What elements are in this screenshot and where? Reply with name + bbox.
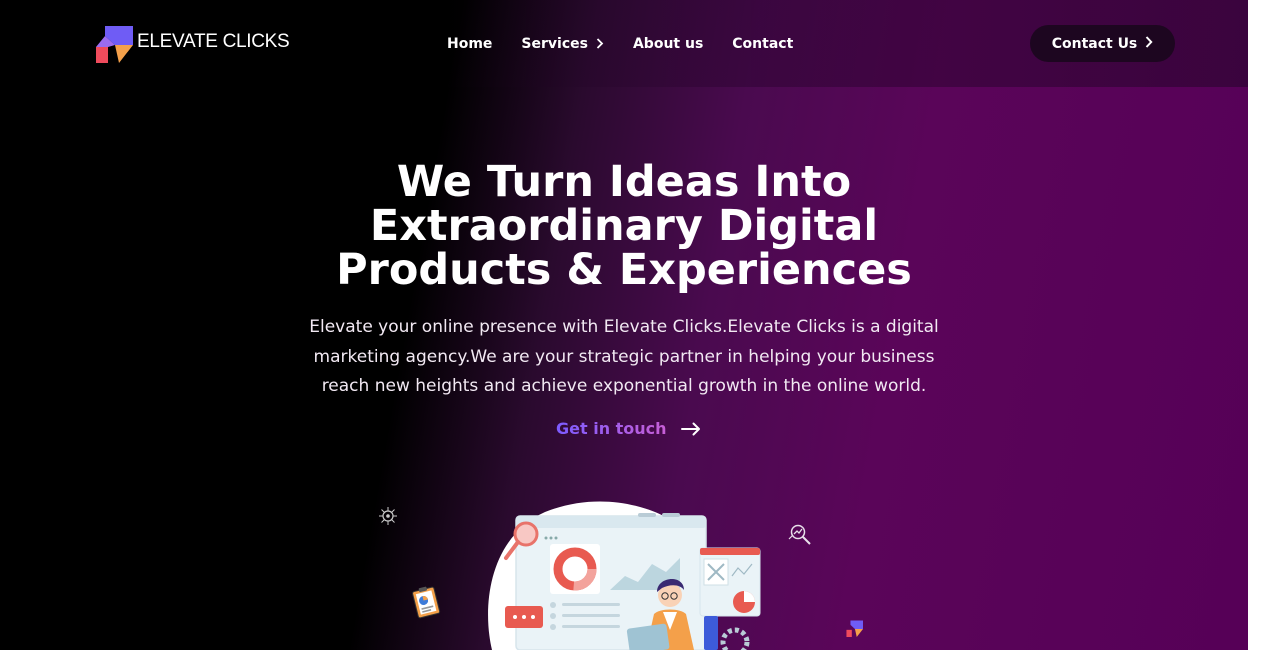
- contact-us-button[interactable]: Contact Us: [1030, 25, 1175, 62]
- main-nav: Home Services About us Contact: [447, 34, 822, 54]
- get-in-touch-label: Get in touch: [556, 418, 667, 438]
- chevron-right-icon: [596, 37, 604, 51]
- logo-mark-icon: [95, 25, 133, 63]
- nav-services-label: Services: [521, 36, 588, 52]
- arrow-right-icon: [680, 421, 701, 436]
- hero-section: ELEVATE CLICKS Home Services About us Co…: [0, 0, 1248, 650]
- nav-contact-label: Contact: [732, 36, 794, 52]
- nav-home[interactable]: Home: [447, 34, 492, 54]
- nav-about-label: About us: [632, 36, 704, 52]
- nav-contact[interactable]: Contact: [732, 34, 793, 54]
- contact-us-label: Contact Us: [1051, 35, 1138, 52]
- hero-title-line: Extraordinary Digital: [369, 201, 879, 251]
- site-header: ELEVATE CLICKS Home Services About us Co…: [0, 0, 1248, 87]
- nav-about[interactable]: About us: [633, 34, 703, 54]
- hero-title: We Turn Ideas Into Extraordinary Digital…: [334, 160, 914, 292]
- hero-title-line: Products & Experiences: [336, 245, 912, 295]
- nav-home-label: Home: [447, 36, 493, 52]
- logo[interactable]: ELEVATE CLICKS: [95, 24, 295, 64]
- hero-illustration: [370, 498, 870, 650]
- chevron-right-icon: [1145, 35, 1153, 52]
- page-edge: [1248, 0, 1280, 650]
- hero-description: Elevate your online presence with Elevat…: [309, 317, 939, 396]
- nav-services[interactable]: Services: [521, 34, 604, 54]
- get-in-touch-link[interactable]: Get in touch: [556, 416, 701, 440]
- hero-title-line: We Turn Ideas Into: [396, 157, 852, 207]
- logo-text: ELEVATE CLICKS: [137, 31, 290, 52]
